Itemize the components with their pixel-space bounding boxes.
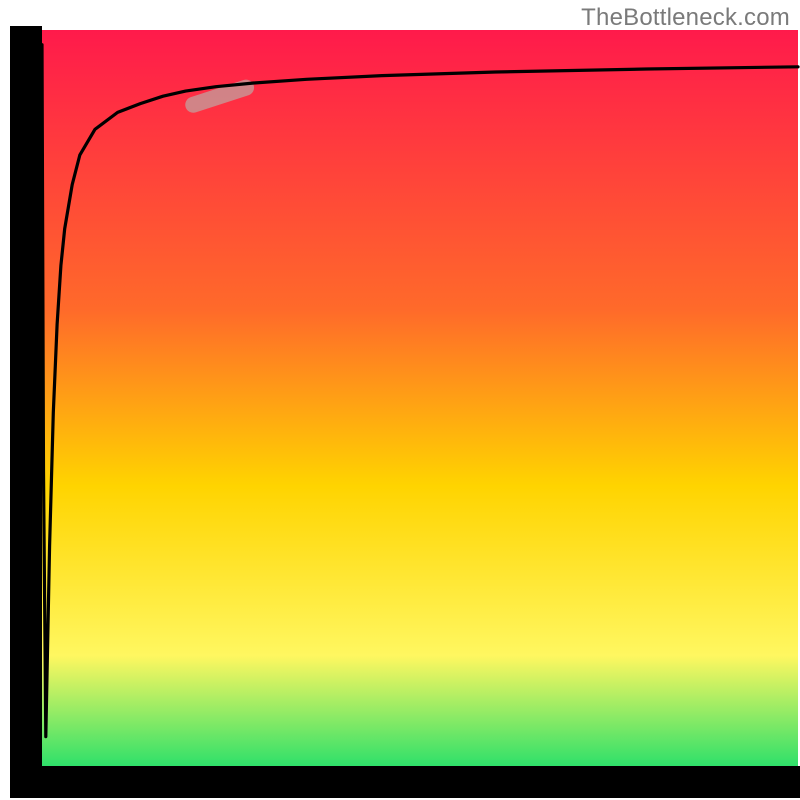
axis-left: [10, 26, 42, 770]
bottleneck-chart: [0, 0, 800, 800]
chart-container: TheBottleneck.com: [0, 0, 800, 800]
plot-background: [42, 30, 798, 766]
axis-bottom: [10, 766, 800, 798]
